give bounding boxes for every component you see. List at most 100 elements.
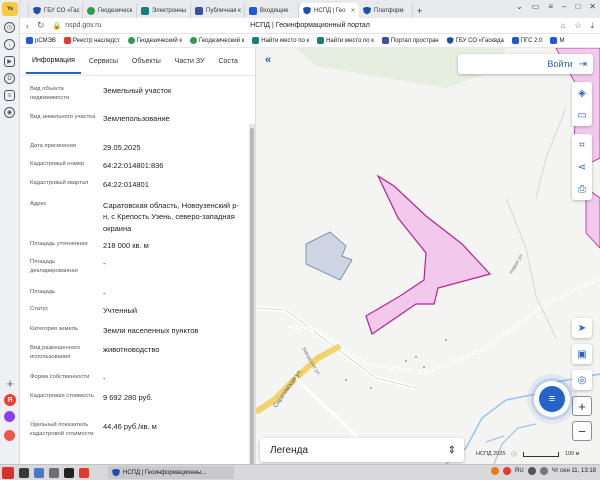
attribute-label: Дата присвоения — [30, 143, 76, 149]
attribute-label: Статус — [30, 306, 49, 312]
tab-parts[interactable]: Части ЗУ — [169, 50, 211, 73]
close-window-icon[interactable]: ✕ — [589, 2, 596, 11]
search-location-icon[interactable]: ◎ — [572, 370, 592, 390]
app-icon[interactable] — [64, 467, 74, 478]
tab-objects[interactable]: Объекты — [126, 50, 167, 73]
files-icon[interactable] — [34, 467, 44, 478]
reload-icon[interactable]: ↻ — [37, 20, 45, 31]
menu-icon[interactable]: ≡ — [548, 2, 553, 11]
browser-tab[interactable]: Платформ — [359, 3, 413, 18]
browser-tab[interactable]: Входящие — [245, 3, 299, 18]
volume-icon[interactable] — [527, 467, 536, 475]
browser-tab[interactable]: Электронны — [137, 3, 191, 18]
alice-icon[interactable] — [4, 411, 15, 422]
history-icon[interactable]: ◷ — [4, 22, 15, 33]
basemap-icon[interactable]: ▣ — [572, 344, 592, 364]
map-view[interactable]: Саратовская ул. Заводская ул. Новая ул. … — [256, 48, 600, 464]
lock-icon: 🔒 — [52, 22, 62, 30]
favorite-star-icon[interactable]: ☆ — [574, 21, 581, 31]
locate-icon[interactable]: ➤ — [572, 318, 592, 338]
close-tab-icon[interactable]: ✕ — [350, 7, 355, 14]
main-menu-button[interactable]: ≡ — [534, 381, 570, 417]
attribute-value: - — [103, 289, 106, 298]
bookmark-icon — [26, 37, 33, 44]
notes-icon[interactable]: ≡ — [4, 90, 15, 101]
tray-app-icon[interactable] — [503, 467, 512, 475]
expand-icon[interactable]: ⇕ — [448, 445, 456, 456]
globe-icon — [87, 6, 95, 15]
login-icon: ⇥ — [578, 58, 587, 70]
bookmark-icon — [252, 37, 260, 44]
bookmark-item[interactable]: ГБУ СО «Гасквда — [446, 37, 504, 44]
minimize-icon[interactable]: – — [562, 2, 566, 11]
tray-app-icon[interactable] — [491, 467, 500, 475]
tab-info[interactable]: Информация — [26, 49, 81, 74]
selected-parcel[interactable] — [365, 174, 492, 335]
bookmark-item[interactable]: Реестр наследст — [63, 37, 120, 44]
bookmark-item[interactable]: ПГС 2.0 — [511, 37, 542, 44]
bookmark-icon — [63, 37, 71, 44]
legend-bar[interactable]: Легенда ⇕ — [260, 438, 464, 462]
language-indicator[interactable]: RU — [515, 468, 524, 474]
collapse-panel-button[interactable]: « — [262, 54, 274, 66]
browser-tab-active[interactable]: НСПД | Гео ✕ — [299, 3, 359, 18]
bookmark-item[interactable]: Геодезический к — [127, 37, 182, 44]
terminal-icon[interactable] — [19, 467, 29, 478]
attribute-value: Земельный участок — [103, 86, 172, 95]
browser-tab[interactable]: Геодезическ — [83, 3, 137, 18]
page-title: НСПД | Геоинформационный портал — [250, 22, 370, 29]
bookmark-item[interactable]: Портал простран — [381, 37, 439, 44]
attribute-label: Удельный показатель кадастровой стоимост… — [30, 422, 94, 437]
tabs-menu-icon[interactable]: ⌄ — [516, 2, 523, 11]
back-icon[interactable]: ‹ — [26, 21, 29, 31]
bookmark-item[interactable]: М — [550, 37, 564, 44]
building-polygon[interactable] — [305, 231, 353, 281]
translate-icon[interactable]: ⌂ — [560, 21, 565, 31]
ruler-icon[interactable]: ▭ — [572, 104, 592, 126]
disk-icon[interactable]: D — [4, 73, 15, 84]
attribute-label: Категория земель — [30, 326, 78, 332]
bookmark-item[interactable]: Найти место по к — [252, 37, 309, 44]
bookmark-item[interactable]: Геодезический к — [189, 37, 244, 44]
login-button[interactable]: Войти ⇥ — [458, 54, 593, 74]
zoom-in-button[interactable]: + — [572, 396, 592, 416]
tab-composition[interactable]: Соста — [212, 50, 243, 73]
yandex-logo[interactable]: Ya — [2, 2, 18, 16]
share-icon[interactable]: ⋖ — [572, 156, 592, 178]
downloads-icon[interactable]: ↓ — [4, 39, 15, 50]
select-area-icon[interactable]: ⌗ — [572, 134, 592, 156]
tab-strip: ГБУ СО «Гас Геодезическ Электронны Публи… — [20, 0, 600, 18]
video-icon[interactable]: ▶ — [4, 56, 15, 67]
tab-services[interactable]: Сервисы — [83, 50, 124, 73]
clock[interactable]: Чт сен 11, 13:18 — [552, 468, 596, 474]
panel-scrollbar[interactable] — [249, 124, 255, 464]
map-toolbar-2: ⌗ ⋖ ⎙ — [572, 134, 592, 200]
attribute-label: Кадастровый квартал — [30, 180, 89, 186]
messenger-icon[interactable]: ◉ — [4, 107, 15, 118]
browser-taskbar-icon[interactable] — [79, 467, 89, 478]
zoom-out-button[interactable]: − — [572, 421, 592, 441]
network-icon[interactable] — [539, 467, 548, 475]
scrollbar-thumb[interactable] — [250, 128, 254, 464]
layers-icon[interactable]: ◈ — [572, 82, 592, 104]
bookmark-item[interactable]: Найти место по к — [317, 37, 374, 44]
start-menu-icon[interactable] — [2, 466, 14, 479]
add-panel-icon[interactable]: + — [4, 376, 16, 391]
url-field[interactable]: 🔒 nspd.gov.ru — [53, 22, 102, 30]
browser-tab[interactable]: ГБУ СО «Гас — [29, 3, 83, 18]
attribute-label: Кадастровый номер — [30, 161, 85, 167]
taskbar-window[interactable]: НСПД | Геоинформационны... — [108, 466, 234, 479]
notifications-icon[interactable] — [4, 430, 15, 441]
info-icon[interactable]: ⓘ — [511, 450, 517, 458]
settings-icon[interactable] — [49, 467, 59, 478]
new-tab-button[interactable]: + — [413, 3, 426, 18]
bookmark-icon[interactable]: ▭ — [532, 2, 540, 11]
downloads-bar-icon[interactable]: ⤓ — [590, 21, 594, 31]
yandex-apps-icon[interactable]: Я — [4, 394, 16, 406]
browser-tab[interactable] — [20, 3, 29, 18]
bookmark-item[interactable]: рСМЭВ — [26, 37, 56, 44]
browser-tab[interactable]: Публичная к — [191, 3, 245, 18]
taskbar: НСПД | Геоинформационны... RU Чт сен 11,… — [0, 464, 600, 480]
print-icon[interactable]: ⎙ — [572, 178, 592, 200]
maximize-icon[interactable]: □ — [575, 2, 580, 11]
